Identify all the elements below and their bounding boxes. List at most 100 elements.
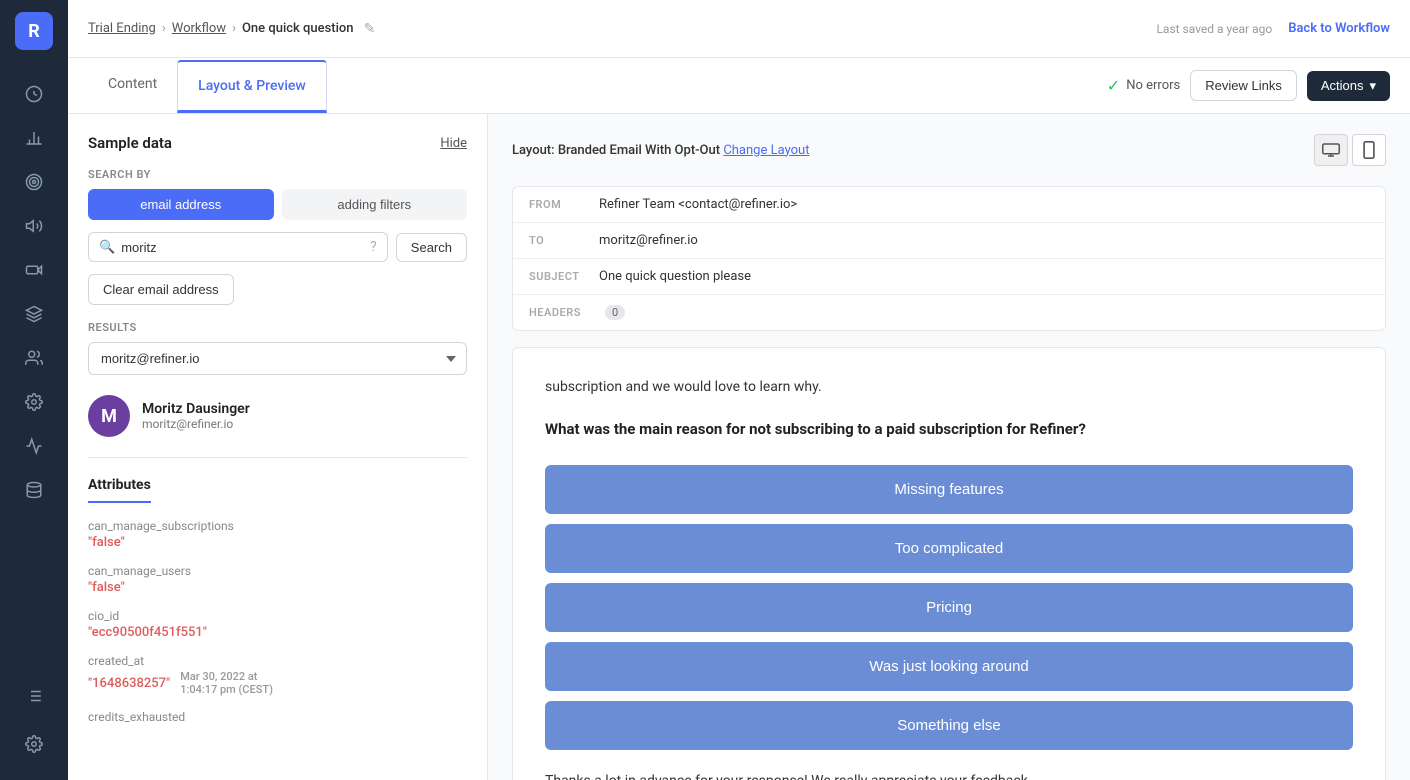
search-icon: 🔍 <box>99 240 115 255</box>
email-to-row: TO moritz@refiner.io <box>513 223 1385 259</box>
topbar-right: Last saved a year ago Back to Workflow <box>1156 21 1390 36</box>
subject-value: One quick question please <box>599 269 751 284</box>
user-name: Moritz Dausinger <box>142 401 250 417</box>
review-links-button[interactable]: Review Links <box>1190 70 1297 101</box>
attr-key: can_manage_users <box>88 564 467 578</box>
attr-can-manage-users: can_manage_users "false" <box>88 564 467 595</box>
avatar: M <box>88 395 130 437</box>
search-input[interactable] <box>121 240 364 255</box>
target-icon[interactable] <box>14 162 54 202</box>
megaphone-icon[interactable] <box>14 206 54 246</box>
actions-arrow-icon: ▾ <box>1369 78 1376 94</box>
email-body: subscription and we would love to learn … <box>512 347 1386 780</box>
breadcrumb-sep-1: › <box>162 21 166 36</box>
breadcrumb-trial-ending[interactable]: Trial Ending <box>88 21 156 36</box>
attr-key: created_at <box>88 654 467 668</box>
layout-bar: Layout: Branded Email With Opt-Out Chang… <box>512 134 1386 166</box>
user-profile: M Moritz Dausinger moritz@refiner.io <box>88 395 467 437</box>
attributes-title: Attributes <box>88 477 151 503</box>
to-value: moritz@refiner.io <box>599 233 698 248</box>
right-panel: Layout: Branded Email With Opt-Out Chang… <box>488 114 1410 780</box>
breadcrumb-workflow[interactable]: Workflow <box>172 21 226 36</box>
panel-title: Sample data <box>88 134 172 152</box>
email-headers-row: HEADERS 0 <box>513 295 1385 330</box>
no-errors-indicator: ✓ No errors <box>1107 76 1180 95</box>
attr-credits-exhausted: credits_exhausted <box>88 710 467 724</box>
last-saved-label: Last saved a year ago <box>1156 22 1272 36</box>
email-meta: FROM Refiner Team <contact@refiner.io> T… <box>512 186 1386 331</box>
tabs: Content Layout & Preview <box>88 60 327 112</box>
search-row: 🔍 ? Search <box>88 232 467 262</box>
results-label: RESULTS <box>88 321 467 334</box>
attr-created-at: created_at "1648638257" Mar 30, 2022 at1… <box>88 654 467 696</box>
survey-option-something-else[interactable]: Something else <box>545 701 1353 750</box>
panel-header: Sample data Hide <box>88 134 467 152</box>
layout-info: Layout: Branded Email With Opt-Out Chang… <box>512 143 809 158</box>
layout-name-value: Branded Email With Opt-Out <box>558 143 720 158</box>
results-dropdown[interactable]: moritz@refiner.io <box>88 342 467 375</box>
bar-chart-icon[interactable] <box>14 118 54 158</box>
email-address-toggle[interactable]: email address <box>88 189 274 220</box>
survey-option-looking-around[interactable]: Was just looking around <box>545 642 1353 691</box>
survey-option-pricing[interactable]: Pricing <box>545 583 1353 632</box>
clear-email-button[interactable]: Clear email address <box>88 274 234 305</box>
user-email: moritz@refiner.io <box>142 417 250 431</box>
tab-layout-preview[interactable]: Layout & Preview <box>177 60 327 113</box>
attr-value: "false" <box>88 580 467 595</box>
from-label: FROM <box>529 198 599 211</box>
left-panel: Sample data Hide SEARCH BY email address… <box>68 114 488 780</box>
headers-label: HEADERS <box>529 306 599 319</box>
search-input-wrap: 🔍 ? <box>88 232 388 262</box>
no-errors-label: No errors <box>1126 78 1180 93</box>
search-button[interactable]: Search <box>396 233 467 262</box>
adding-filters-toggle[interactable]: adding filters <box>282 189 468 220</box>
sidebar: R <box>0 0 68 780</box>
layers-icon[interactable] <box>14 294 54 334</box>
tabbar-right: ✓ No errors Review Links Actions ▾ <box>1107 70 1390 101</box>
divider <box>88 457 467 458</box>
back-to-workflow-link[interactable]: Back to Workflow <box>1288 21 1390 36</box>
user-info: Moritz Dausinger moritz@refiner.io <box>142 401 250 431</box>
attr-can-manage-subscriptions: can_manage_subscriptions "false" <box>88 519 467 550</box>
attr-value: "ecc90500f451f551" <box>88 625 467 640</box>
app-logo[interactable]: R <box>15 12 53 50</box>
layout-label: Layout: <box>512 143 555 158</box>
hide-link[interactable]: Hide <box>440 136 467 151</box>
database-icon[interactable] <box>14 470 54 510</box>
attr-cio-id: cio_id "ecc90500f451f551" <box>88 609 467 640</box>
actions-button[interactable]: Actions ▾ <box>1307 71 1390 101</box>
device-icons <box>1314 134 1386 166</box>
video-icon[interactable] <box>14 250 54 290</box>
main-content: Trial Ending › Workflow › One quick ques… <box>68 0 1410 780</box>
attr-date: Mar 30, 2022 at1:04:17 pm (CEST) <box>180 670 273 696</box>
attr-value-text: "1648638257" <box>88 676 170 691</box>
people-icon[interactable] <box>14 338 54 378</box>
attr-value: "false" <box>88 535 467 550</box>
to-label: TO <box>529 234 599 247</box>
edit-title-icon[interactable]: ✎ <box>364 21 376 37</box>
check-icon: ✓ <box>1107 76 1120 95</box>
attr-value-inline: "1648638257" Mar 30, 2022 at1:04:17 pm (… <box>88 670 467 696</box>
content-area: Sample data Hide SEARCH BY email address… <box>68 114 1410 780</box>
change-layout-link[interactable]: Change Layout <box>723 143 809 158</box>
help-icon[interactable]: ? <box>370 239 377 255</box>
email-intro-text: subscription and we would love to learn … <box>545 376 1353 398</box>
from-value: Refiner Team <contact@refiner.io> <box>599 197 797 212</box>
mobile-icon[interactable] <box>1352 134 1386 166</box>
email-question-text: What was the main reason for not subscri… <box>545 418 1353 441</box>
tab-content[interactable]: Content <box>88 60 177 113</box>
settings-circle-icon[interactable] <box>14 382 54 422</box>
email-footer-text: Thanks a lot in advance for your respons… <box>545 770 1353 780</box>
subject-label: SUBJECT <box>529 270 599 283</box>
pulse-icon[interactable] <box>14 426 54 466</box>
survey-option-too-complicated[interactable]: Too complicated <box>545 524 1353 573</box>
list-icon[interactable] <box>14 676 54 716</box>
chart-icon[interactable] <box>14 74 54 114</box>
topbar: Trial Ending › Workflow › One quick ques… <box>68 0 1410 58</box>
email-from-row: FROM Refiner Team <contact@refiner.io> <box>513 187 1385 223</box>
gear-icon[interactable] <box>14 724 54 764</box>
survey-option-missing-features[interactable]: Missing features <box>545 465 1353 514</box>
search-by-label: SEARCH BY <box>88 168 467 181</box>
tabbar: Content Layout & Preview ✓ No errors Rev… <box>68 58 1410 114</box>
desktop-icon[interactable] <box>1314 134 1348 166</box>
